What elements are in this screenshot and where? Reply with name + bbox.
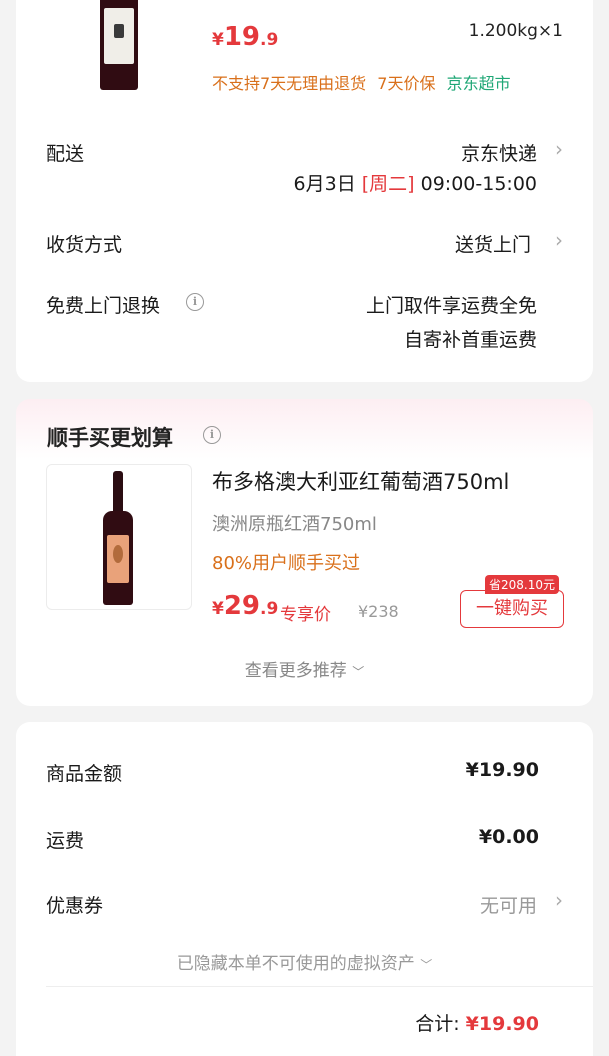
price-summary-card: 商品金额 ¥19.90 运费 ¥0.00 优惠券 无可用 › 已隐藏本单不可使用…: [16, 722, 593, 1056]
store-tag: 京东超市: [446, 74, 511, 93]
recommend-price: ¥29.9: [212, 591, 279, 621]
one-click-buy-button[interactable]: 一键购买: [460, 590, 564, 628]
recommend-product-subtitle: 澳洲原瓶红酒750ml: [212, 514, 377, 535]
total-value: ¥19.90: [465, 1013, 539, 1035]
delivery-label: 配送: [46, 143, 85, 165]
chevron-down-icon: ﹀: [352, 665, 365, 679]
no-return-tag: 不支持7天无理由退货: [212, 74, 367, 93]
delivery-time[interactable]: 6月3日 [周二] 09:00-15:00: [294, 169, 537, 196]
free-return-line2: 自寄补首重运费: [403, 329, 537, 351]
order-info-card: ¥19.9 1.200kg×1 不支持7天无理由退货 7天价保 京东超市 配送 …: [16, 0, 593, 382]
delivery-carrier[interactable]: 京东快递: [461, 139, 537, 166]
recommend-product-image[interactable]: [46, 464, 192, 610]
info-icon[interactable]: i: [186, 293, 204, 311]
price-protect-tag: 7天价保: [377, 74, 436, 93]
recommend-product-stat: 80%用户顺手买过: [212, 553, 361, 574]
total-row: 合计: ¥19.90: [415, 1009, 539, 1036]
divider: [46, 986, 593, 987]
chevron-right-icon[interactable]: ›: [555, 888, 563, 912]
exclusive-price-tag: 专享价: [280, 605, 331, 625]
info-icon[interactable]: i: [203, 426, 221, 444]
hidden-assets-toggle[interactable]: 已隐藏本单不可使用的虚拟资产 ﹀: [16, 949, 593, 974]
shipping-value: ¥0.00: [478, 826, 539, 848]
recommend-card: 顺手买更划算 i 布多格澳大利亚红葡萄酒750ml 澳洲原瓶红酒750ml 80…: [16, 399, 593, 706]
free-return-line1: 上门取件享运费全免: [365, 295, 537, 317]
chevron-right-icon[interactable]: ›: [555, 137, 563, 161]
recommend-product-title[interactable]: 布多格澳大利亚红葡萄酒750ml: [212, 466, 509, 496]
goods-amount-label: 商品金额: [46, 763, 123, 785]
product-tags: 不支持7天无理由退货 7天价保 京东超市: [212, 70, 511, 94]
see-more-recommend[interactable]: 查看更多推荐 ﹀: [16, 656, 593, 681]
total-label: 合计:: [415, 1013, 460, 1035]
coupon-value[interactable]: 无可用: [480, 891, 537, 918]
chevron-right-icon[interactable]: ›: [555, 228, 563, 252]
shipping-label: 运费: [46, 830, 85, 852]
receive-method-label: 收货方式: [46, 234, 123, 256]
product-price: ¥19.9: [212, 22, 279, 52]
coupon-label: 优惠券: [46, 895, 104, 917]
goods-amount-value: ¥19.90: [465, 759, 539, 781]
product-image[interactable]: [100, 0, 138, 90]
original-price: ¥238: [358, 602, 399, 621]
product-weight-qty: 1.200kg×1: [468, 21, 563, 41]
recommend-section-title: 顺手买更划算: [47, 426, 173, 450]
free-return-label: 免费上门退换: [46, 295, 161, 317]
receive-method-value[interactable]: 送货上门: [455, 230, 531, 257]
chevron-down-icon: ﹀: [420, 958, 433, 972]
